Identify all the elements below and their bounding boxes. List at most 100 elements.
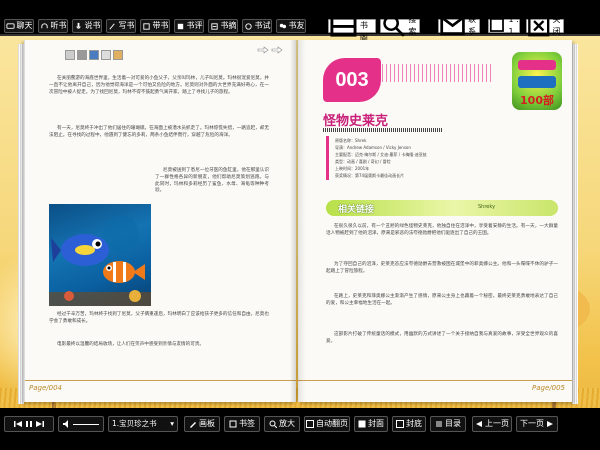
test-icon — [244, 22, 252, 30]
write-button[interactable]: 写书 — [106, 19, 136, 33]
close-button[interactable]: 关闭 — [526, 15, 564, 37]
chat-icon — [5, 22, 15, 29]
arrow-right-icon[interactable] — [257, 46, 269, 54]
chat-button[interactable]: 聊天 — [4, 19, 34, 33]
listen-button[interactable]: 听书 — [38, 19, 68, 33]
pen-icon — [108, 23, 115, 29]
book-carry-icon — [142, 22, 150, 30]
zoom-in-button[interactable]: 放大 — [264, 416, 300, 432]
checkbox-icon — [489, 18, 504, 33]
carry-book-label: 带书 — [152, 21, 169, 30]
playback-controls[interactable] — [4, 416, 54, 432]
close-label: 关闭 — [552, 15, 561, 36]
narrate-button[interactable]: 说书 — [72, 19, 102, 33]
pause-icon[interactable] — [26, 420, 32, 428]
sketchpad-label: 画板 — [199, 419, 215, 428]
info-line-6: 获奖情况：第74届奥斯卡最佳动画长片 — [335, 173, 405, 178]
bookshelf-icon — [330, 15, 357, 37]
right-footer-line — [298, 380, 572, 381]
review-label: 书评 — [186, 21, 203, 30]
related-links-tag: Shreky — [478, 204, 496, 210]
search-icon — [383, 15, 405, 38]
left-paragraph-3: 尼莫被送到了悉尼一位牙医的鱼缸里，他在那里认识了一群性格各异的新朋友，他们帮助尼… — [155, 168, 269, 194]
right-page-edge — [572, 44, 578, 404]
arrow-right-icon-2[interactable] — [271, 46, 283, 54]
auto-page-label: 自动翻页 — [316, 419, 348, 428]
finding-nemo-image — [49, 204, 151, 306]
chapter-number-badge: 003 — [323, 58, 381, 102]
chapter-select[interactable]: 1.宝贝珍之书 ▾ — [108, 416, 178, 432]
friends-button[interactable]: 书友 — [276, 19, 306, 33]
article-title: 怪物史莱克 — [323, 114, 389, 129]
share-icon-2[interactable] — [77, 50, 87, 60]
test-button[interactable]: 书试 — [242, 19, 272, 33]
book-spread: 在关丽鳌游的海底世界里，生活着一对可爱的小鱼父子，父亲叫玛林，儿子叫尼莫。玛林很… — [18, 38, 578, 410]
prev-icon — [476, 421, 482, 427]
close-icon — [528, 15, 550, 37]
cover-icon — [358, 420, 366, 428]
contents-button[interactable]: 目录 — [430, 416, 466, 432]
share-icon-1[interactable] — [65, 50, 75, 60]
info-line-4: 类型：动画 / 喜剧 / 奇幻 / 冒险 — [335, 159, 391, 164]
contact-label: 联系 — [468, 15, 477, 36]
share-icon-4[interactable] — [101, 50, 111, 60]
chapter-select-value: 1.宝贝珍之书 — [112, 419, 157, 428]
info-line-3: 主要配音：迈克·梅尔斯 / 艾迪·墨菲 / 卡梅隆·迪亚兹 — [335, 152, 427, 157]
chat-label: 聊天 — [16, 21, 33, 30]
excerpt-icon — [210, 22, 218, 30]
last-page-icon[interactable] — [36, 420, 44, 428]
right-paragraph-2: 为了夺回自己的沼泽，史莱克答应法夸德勋爵去营救被困在城堡中的菲奥娜公主。他和一头… — [326, 262, 558, 274]
next-icon — [547, 421, 553, 427]
related-links-banner[interactable]: 相关链接 Shreky — [326, 200, 558, 216]
bookmark-label: 书签 — [239, 419, 255, 428]
microphone-icon — [75, 22, 81, 29]
cover-button[interactable]: 封面 — [354, 416, 388, 432]
next-page-label: 下一页 — [520, 419, 544, 428]
share-icons — [65, 50, 123, 60]
contents-icon — [436, 421, 442, 427]
auto-page-button[interactable]: 自动翻页 — [304, 416, 350, 432]
back-cover-icon — [396, 420, 404, 428]
bookmark-button[interactable]: 书签 — [224, 416, 260, 432]
carry-book-button[interactable]: 带书 — [140, 19, 170, 33]
first-page-icon[interactable] — [14, 420, 22, 428]
prev-page-button[interactable]: 上一页 — [472, 416, 512, 432]
zoom-in-icon — [269, 420, 277, 428]
contact-button[interactable]: 联系 — [438, 15, 480, 36]
chevron-down-icon: ▾ — [170, 419, 174, 428]
contents-label: 目录 — [445, 419, 461, 428]
share-icon-5[interactable] — [113, 50, 123, 60]
zoom-in-label: 放大 — [279, 419, 295, 428]
review-button[interactable]: 书评 — [174, 19, 204, 33]
right-paragraph-3: 在路上，史莱克和菲奥娜公主渐渐产生了感情，原来公主身上也藏着一个秘密。最终史莱克… — [326, 294, 558, 306]
left-paragraph-2: 有一天，尼莫终于冲出了他们居住的珊瑚礁，在海面上被潜水员抓走了。玛林惊慌失措，一… — [49, 126, 269, 138]
series-logo: 100部 — [512, 52, 562, 110]
info-line-2: 导演：Andrew Adamson / Vicky Jenson — [335, 145, 411, 150]
bottom-toolbar: 1.宝贝珍之书 ▾ 画板 书签 放大 自动翻页 封面 封底 目录 上一页 下一页 — [0, 408, 600, 450]
search-button[interactable]: 搜索 — [380, 15, 420, 38]
related-links-label: 相关链接 — [338, 205, 375, 215]
left-paragraph-1: 在关丽鳌游的海底世界里，生活着一对可爱的小鱼父子，父亲叫玛林，儿子叫尼莫。玛林很… — [49, 76, 269, 95]
right-paragraph-1: 在很久很久以前，有一个丑陋的绿色怪物史莱克，他独自住在沼泽中，享受着安静的生活。… — [326, 224, 558, 236]
right-page[interactable]: 003 100部 怪物史莱克 原版名称：Shrek 导演：Andrew Adam… — [298, 40, 572, 402]
logo-text: 100部 — [520, 93, 554, 107]
left-page[interactable]: 在关丽鳌游的海底世界里，生活着一对可爱的小鱼父子，父亲叫玛林，儿子叫尼莫。玛林很… — [24, 40, 296, 402]
top-toolbar: 聊天 听书 说书 写书 带书 书评 书摘 书试 书友 藏书阁 搜索 联系 1:… — [0, 0, 600, 42]
next-page-button[interactable]: 下一页 — [516, 416, 558, 432]
share-icon-3[interactable] — [89, 50, 99, 60]
friends-icon — [279, 23, 286, 28]
test-label: 书试 — [254, 21, 271, 30]
page-arrows — [257, 46, 283, 54]
back-cover-button[interactable]: 封底 — [392, 416, 426, 432]
right-page-number: Page/005 — [532, 384, 565, 392]
bookshelf-button[interactable]: 藏书阁 — [328, 9, 376, 42]
excerpt-button[interactable]: 书摘 — [208, 19, 238, 33]
sketchpad-button[interactable]: 画板 — [184, 416, 220, 432]
volume-track[interactable] — [73, 423, 99, 425]
volume-slider[interactable] — [58, 416, 104, 432]
listen-label: 听书 — [50, 21, 67, 30]
info-line-1: 原版名称：Shrek — [335, 138, 367, 143]
excerpt-label: 书摘 — [220, 21, 237, 30]
ratio-button[interactable]: 1 : 1 — [488, 15, 520, 36]
title-underline — [323, 128, 443, 132]
